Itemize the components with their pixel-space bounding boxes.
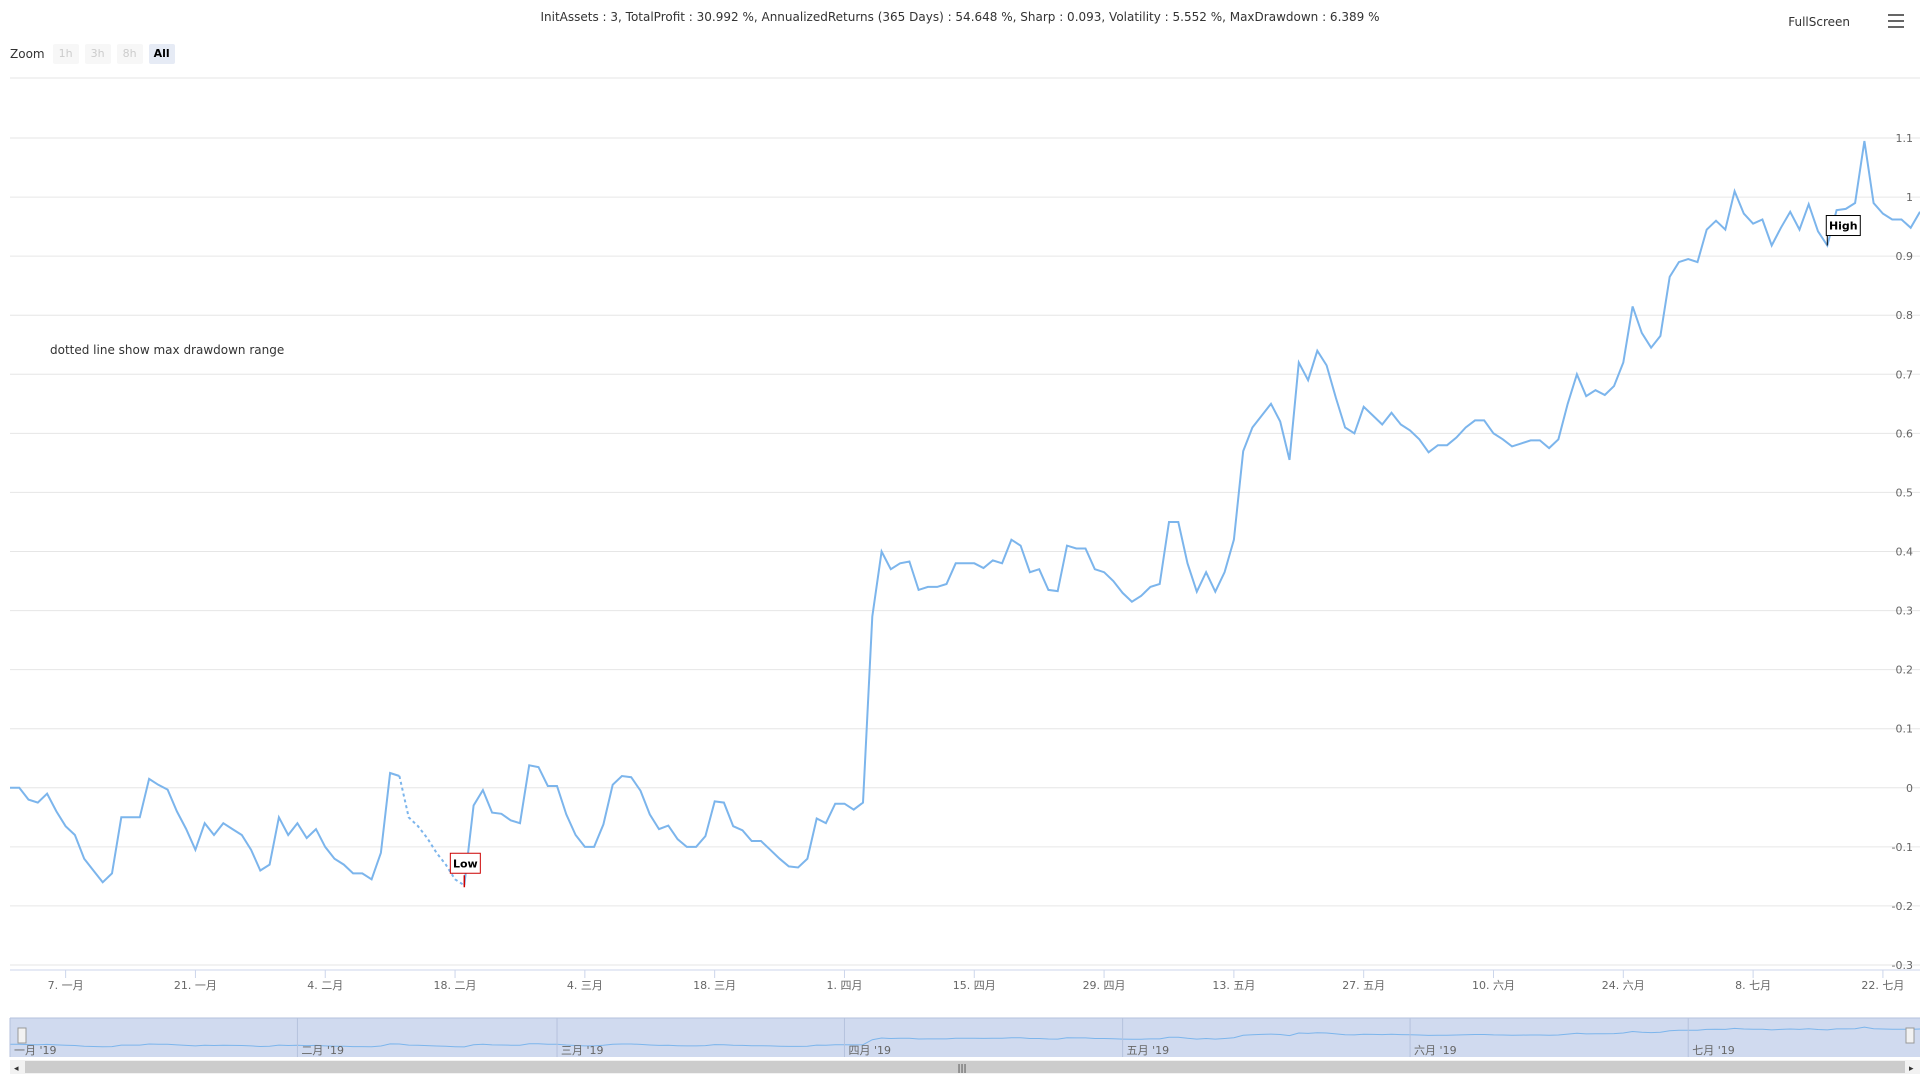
navigator-tick-label: 三月 '19	[561, 1044, 604, 1057]
y-tick-label: 0.1	[1896, 723, 1914, 736]
scrollbar-grip: |||	[957, 1064, 966, 1074]
x-tick-label: 4. 三月	[567, 979, 603, 992]
x-tick-label: 22. 七月	[1861, 979, 1904, 992]
navigator-tick-label: 四月 '19	[848, 1044, 891, 1057]
navigator-tick-label: 二月 '19	[301, 1044, 344, 1057]
x-tick-label: 7. 一月	[48, 979, 84, 992]
x-tick-label: 29. 四月	[1083, 979, 1126, 992]
y-tick-label: 1.1	[1896, 132, 1914, 145]
low-flag-label: Low	[453, 857, 478, 870]
x-axis: 7. 一月 21. 一月 4. 二月 18. 二月 4. 三月 18. 三月 1. 四月 15…	[10, 969, 1920, 992]
navigator-tick-label: 五月 '19	[1127, 1044, 1170, 1057]
y-tick-label: 0.7	[1896, 368, 1914, 381]
scrollbar-right-arrow: ▸	[1909, 1064, 1914, 1074]
y-tick-label: 0.2	[1896, 664, 1914, 677]
y-axis: 1.1 1 0.9 0.8 0.7 0.6 0.5 0.4 0.3 0.2 0.1 0 -0.1 -0.2…	[1892, 132, 1913, 972]
x-tick-label: 18. 三月	[693, 979, 736, 992]
x-tick-label: 1. 四月	[826, 979, 862, 992]
x-tick-label: 10. 六月	[1472, 979, 1515, 992]
y-tick-label: 0.4	[1896, 546, 1914, 559]
x-tick-label: 21. 一月	[174, 979, 217, 992]
scrollbar-left-arrow: ◂	[14, 1064, 19, 1074]
x-tick-label: 27. 五月	[1342, 979, 1385, 992]
y-tick-label: -0.2	[1892, 900, 1913, 913]
navigator-mask	[10, 1018, 1920, 1057]
x-tick-label: 18. 二月	[434, 979, 477, 992]
y-tick-label: 0.5	[1896, 486, 1914, 499]
x-tick-label: 13. 五月	[1212, 979, 1255, 992]
series-line	[463, 140, 1920, 886]
equity-series	[10, 140, 1920, 887]
navigator: 一月 '19 二月 '19 三月 '19 四月 '19 五月 '19 六月 '19 七月 '…	[9, 1017, 1920, 1074]
y-tick-label: 0.8	[1896, 309, 1914, 322]
x-tick-label: 8. 七月	[1735, 979, 1771, 992]
y-tick-label: 0.3	[1896, 605, 1914, 618]
navigator-tick-label: 七月 '19	[1692, 1044, 1735, 1057]
drawdown-annotation: dotted line show max drawdown range	[50, 343, 284, 357]
x-tick-label: 24. 六月	[1602, 979, 1645, 992]
y-tick-label: 0	[1906, 782, 1913, 795]
x-tick-label: 15. 四月	[953, 979, 996, 992]
y-tick-label: 1	[1906, 191, 1913, 204]
navigator-tick-label: 六月 '19	[1414, 1044, 1457, 1057]
y-tick-label: 0.9	[1896, 250, 1914, 263]
grid-lines	[10, 77, 1920, 966]
navigator-handle	[1905, 1027, 1915, 1044]
x-tick-label: 4. 二月	[307, 979, 343, 992]
y-tick-label: -0.1	[1892, 841, 1913, 854]
high-flag-label: High	[1829, 220, 1858, 233]
navigator-tick-label: 一月 '19	[14, 1044, 57, 1057]
equity-chart: 1.1 1 0.9 0.8 0.7 0.6 0.5 0.4 0.3 0.2 0.1 0 -0.1 -0.2…	[9, 77, 1920, 1074]
y-tick-label: 0.6	[1896, 427, 1914, 440]
series-line	[10, 771, 400, 884]
navigator-handle	[17, 1027, 27, 1044]
